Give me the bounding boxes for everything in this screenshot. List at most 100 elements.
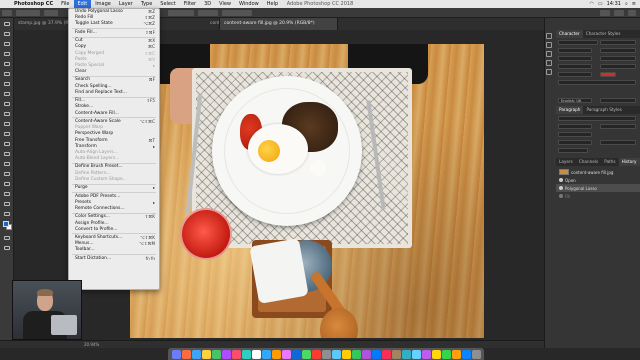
tab-paths[interactable]: Paths	[601, 158, 618, 166]
dock-app-icon[interactable]	[451, 349, 461, 359]
history-panel-icon[interactable]	[546, 33, 552, 39]
list-icon[interactable]: ≡	[632, 1, 636, 7]
share-button[interactable]	[628, 10, 636, 16]
kerning-field[interactable]	[558, 56, 592, 61]
dock-app-icon[interactable]	[251, 349, 261, 359]
pen-tool-icon[interactable]	[2, 160, 12, 168]
alignment-buttons[interactable]	[558, 116, 636, 121]
indent-left-field[interactable]	[558, 124, 592, 129]
menu-layer[interactable]: Layer	[115, 0, 137, 8]
history-snapshot[interactable]: content-aware fill.jpg	[556, 168, 640, 176]
menu-window[interactable]: Window	[235, 0, 263, 8]
dock-app-icon[interactable]	[321, 349, 331, 359]
rectangle-tool-icon[interactable]	[2, 190, 12, 198]
marquee-tool-icon[interactable]	[2, 30, 12, 38]
adjustments-panel-icon[interactable]	[546, 60, 552, 66]
anti-alias-select[interactable]	[600, 98, 636, 103]
dock-app-icon[interactable]	[221, 349, 231, 359]
font-style-select[interactable]	[600, 40, 636, 45]
dock-app-icon[interactable]	[461, 349, 471, 359]
indent-first-field[interactable]	[558, 132, 592, 137]
tab-history[interactable]: History	[618, 158, 640, 166]
option-control[interactable]	[198, 10, 218, 16]
option-control[interactable]	[222, 10, 252, 16]
hyphenate-checkbox[interactable]	[558, 148, 588, 153]
menu-type[interactable]: Type	[137, 0, 156, 8]
quick-mask-icon[interactable]	[2, 234, 12, 242]
dock-app-icon[interactable]	[191, 349, 201, 359]
clock[interactable]: 14:31	[607, 1, 621, 7]
search-icon[interactable]: ⌕	[625, 1, 628, 7]
battery-icon[interactable]: ▭	[598, 1, 603, 7]
menu-3d[interactable]: 3D	[200, 0, 215, 8]
move-tool-icon[interactable]	[2, 20, 12, 28]
space-before-field[interactable]	[558, 140, 592, 145]
tab-character-styles[interactable]: Character Styles	[583, 30, 624, 38]
space-after-field[interactable]	[600, 140, 636, 145]
dock-app-icon[interactable]	[311, 349, 321, 359]
menu-item[interactable]: Toggle Last State ⌥⌘Z	[69, 21, 159, 27]
option-control[interactable]	[44, 10, 58, 16]
menu-item[interactable]: Clear	[69, 69, 159, 75]
tab-paragraph-styles[interactable]: Paragraph Styles	[583, 106, 624, 114]
menu-item[interactable]: Convert to Profile...	[69, 227, 159, 233]
dock-app-icon[interactable]	[301, 349, 311, 359]
dock-app-icon[interactable]	[341, 349, 351, 359]
tracking-field[interactable]	[600, 56, 636, 61]
gradient-tool-icon[interactable]	[2, 130, 12, 138]
dock-app-icon[interactable]	[181, 349, 191, 359]
dock-app-icon[interactable]	[171, 349, 181, 359]
dock-app-icon[interactable]	[401, 349, 411, 359]
crop-tool-icon[interactable]	[2, 60, 12, 68]
dock-app-icon[interactable]	[441, 349, 451, 359]
document-image[interactable]	[130, 44, 484, 338]
dock-app-icon[interactable]	[351, 349, 361, 359]
foreground-color-swatch[interactable]	[3, 221, 9, 227]
dock-app-icon[interactable]	[361, 349, 371, 359]
dock-app-icon[interactable]	[431, 349, 441, 359]
option-control[interactable]	[168, 10, 194, 16]
lasso-tool-icon[interactable]	[2, 40, 12, 48]
menu-item[interactable]: Purge ▸	[69, 185, 159, 191]
healing-brush-tool-icon[interactable]	[2, 80, 12, 88]
menu-help[interactable]: Help	[263, 0, 282, 8]
blur-tool-icon[interactable]	[2, 140, 12, 148]
workspace-button[interactable]	[614, 10, 624, 16]
brush-panel-icon[interactable]	[546, 51, 552, 57]
menu-app-name[interactable]: Photoshop CC	[10, 0, 57, 8]
dock-app-icon[interactable]	[471, 349, 481, 359]
menu-item[interactable]: Fade Fill... ⇧⌘F	[69, 30, 159, 36]
tool-preset-button[interactable]	[2, 10, 12, 16]
quick-select-tool-icon[interactable]	[2, 50, 12, 58]
dock-app-icon[interactable]	[371, 349, 381, 359]
tab-content-aware-fill[interactable]: content-aware fill.jpg @ 20.9% (RGB/8*)	[220, 18, 338, 30]
menu-item[interactable]: Toolbar...	[69, 247, 159, 253]
clone-stamp-tool-icon[interactable]	[2, 100, 12, 108]
menu-item[interactable]: Start Dictation... fn fn	[69, 256, 159, 262]
dock-app-icon[interactable]	[291, 349, 301, 359]
menu-edit[interactable]: Edit	[73, 0, 92, 8]
history-brush-tool-icon[interactable]	[2, 110, 12, 118]
dock-app-icon[interactable]	[241, 349, 251, 359]
dock-app-icon[interactable]	[381, 349, 391, 359]
properties-panel-icon[interactable]	[546, 42, 552, 48]
history-item[interactable]: Open	[556, 176, 640, 184]
baseline-shift-field[interactable]	[558, 72, 592, 77]
menu-item[interactable]: Content-Aware Fill...	[69, 111, 159, 117]
dodge-tool-icon[interactable]	[2, 150, 12, 158]
text-color-swatch[interactable]	[600, 72, 616, 77]
language-select[interactable]: English: UK	[558, 98, 592, 103]
search-button[interactable]	[600, 10, 610, 16]
history-item[interactable]: Fill	[556, 192, 640, 200]
leading-field[interactable]	[600, 48, 636, 53]
brush-tool-icon[interactable]	[2, 90, 12, 98]
dock-app-icon[interactable]	[331, 349, 341, 359]
history-item[interactable]: Polygonal Lasso	[556, 184, 640, 192]
menu-filter[interactable]: Filter	[180, 0, 200, 8]
wifi-icon[interactable]: ◠	[589, 1, 593, 7]
menu-view[interactable]: View	[215, 0, 235, 8]
menu-image[interactable]: Image	[91, 0, 115, 8]
dock-app-icon[interactable]	[261, 349, 271, 359]
dock-app-icon[interactable]	[281, 349, 291, 359]
dock-app-icon[interactable]	[211, 349, 221, 359]
